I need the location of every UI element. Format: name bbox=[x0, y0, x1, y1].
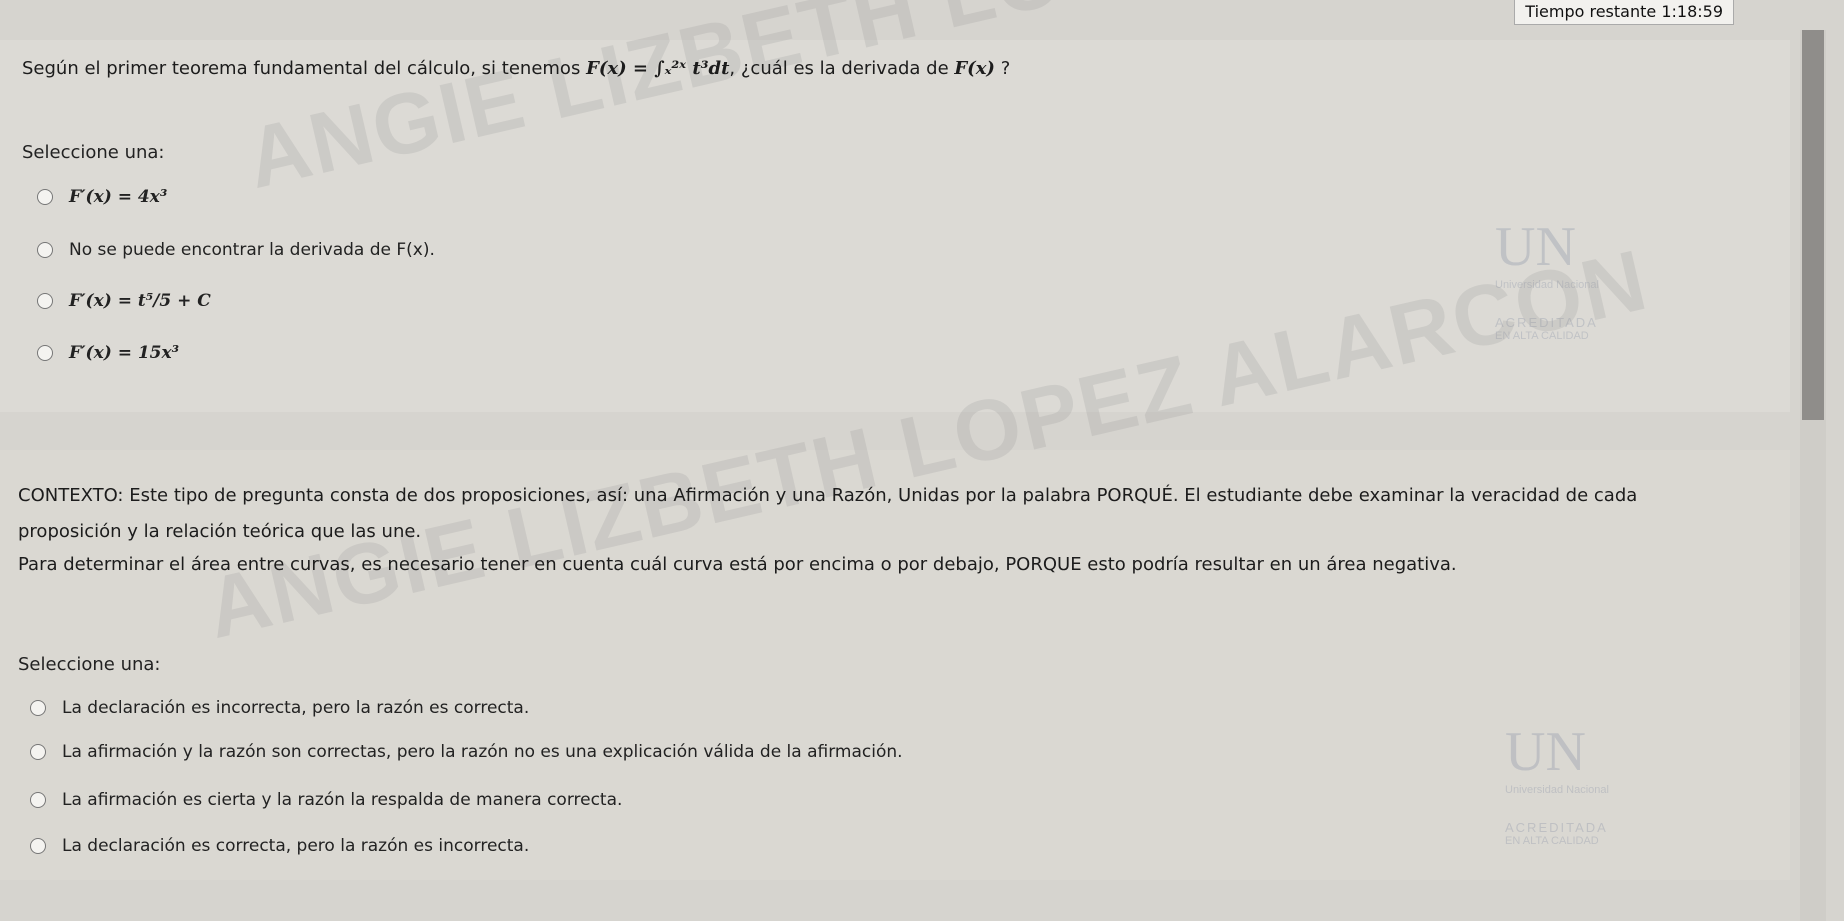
timer-label: Tiempo restante bbox=[1525, 2, 1657, 21]
university-logo: UN Universidad Nacional ACREDITADA EN AL… bbox=[1505, 720, 1609, 847]
radio-button[interactable] bbox=[37, 345, 53, 361]
question-2-context: CONTEXTO: Este tipo de pregunta consta d… bbox=[18, 485, 1638, 542]
integral-formula: F(x) = ∫ₓ²ˣ t³dt bbox=[586, 58, 730, 79]
logo-name: Universidad Nacional bbox=[1505, 784, 1609, 796]
watermark-text: ANGIE LIZBETH LOPEZ ALARCON bbox=[238, 0, 1697, 209]
prompt-text: Según el primer teorema fundamental del … bbox=[22, 58, 581, 79]
q2-option-3[interactable]: La afirmación es cierta y la razón la re… bbox=[30, 790, 622, 810]
q1-option-4[interactable]: F′(x) = 15x³ bbox=[37, 343, 179, 363]
logo-accreditation-sub: EN ALTA CALIDAD bbox=[1495, 330, 1589, 342]
option-label: No se puede encontrar la derivada de F(x… bbox=[69, 240, 435, 260]
option-label: La declaración es incorrecta, pero la ra… bbox=[62, 698, 530, 718]
radio-button[interactable] bbox=[37, 242, 53, 258]
question-1-panel: ANGIE LIZBETH LOPEZ ALARCON UN Universid… bbox=[0, 0, 1790, 412]
radio-button[interactable] bbox=[37, 293, 53, 309]
q1-option-2[interactable]: No se puede encontrar la derivada de F(x… bbox=[37, 240, 435, 260]
logo-accreditation: ACREDITADA bbox=[1505, 820, 1608, 835]
logo-name: Universidad Nacional bbox=[1495, 279, 1599, 291]
select-label: Seleccione una: bbox=[18, 654, 161, 675]
option-label: F′(x) = 15x³ bbox=[69, 343, 180, 363]
radio-button[interactable] bbox=[30, 792, 46, 808]
option-label: La declaración es correcta, pero la razó… bbox=[62, 836, 530, 856]
q1-option-3[interactable]: F′(x) = t⁵/5 + C bbox=[37, 291, 211, 311]
q1-option-1[interactable]: F′(x) = 4x³ bbox=[37, 187, 167, 207]
option-label: La afirmación y la razón son correctas, … bbox=[62, 742, 903, 762]
logo-mark: UN bbox=[1495, 216, 1576, 278]
page-scrollbar[interactable] bbox=[1800, 30, 1826, 921]
logo-mark: UN bbox=[1505, 721, 1586, 783]
prompt-text-end: ? bbox=[1000, 58, 1011, 79]
time-remaining: Tiempo restante 1:18:59 bbox=[1514, 0, 1734, 25]
q2-option-2[interactable]: La afirmación y la razón son correctas, … bbox=[30, 742, 903, 762]
logo-accreditation: ACREDITADA bbox=[1495, 315, 1598, 330]
option-label: La afirmación es cierta y la razón la re… bbox=[62, 790, 623, 810]
question-2-statement: Para determinar el área entre curvas, es… bbox=[18, 554, 1457, 575]
question-1-prompt: Según el primer teorema fundamental del … bbox=[22, 58, 1010, 79]
university-logo: UN Universidad Nacional ACREDITADA EN AL… bbox=[1495, 215, 1599, 342]
function-formula: F(x) bbox=[954, 58, 995, 79]
radio-button[interactable] bbox=[30, 744, 46, 760]
radio-button[interactable] bbox=[37, 189, 53, 205]
q2-option-4[interactable]: La declaración es correcta, pero la razó… bbox=[30, 836, 529, 856]
radio-button[interactable] bbox=[30, 838, 46, 854]
radio-button[interactable] bbox=[30, 700, 46, 716]
timer-value: 1:18:59 bbox=[1661, 2, 1723, 21]
select-label: Seleccione una: bbox=[22, 142, 165, 163]
question-2-panel: ANGIE LIZBETH LOPEZ ALARCON UN Universid… bbox=[0, 232, 1790, 880]
option-label: F′(x) = 4x³ bbox=[69, 187, 168, 207]
logo-accreditation-sub: EN ALTA CALIDAD bbox=[1505, 835, 1599, 847]
q2-option-1[interactable]: La declaración es incorrecta, pero la ra… bbox=[30, 698, 529, 718]
option-label: F′(x) = t⁵/5 + C bbox=[69, 291, 211, 311]
scrollbar-thumb[interactable] bbox=[1802, 30, 1824, 420]
prompt-text-middle: , ¿cuál es la derivada de bbox=[729, 58, 949, 79]
